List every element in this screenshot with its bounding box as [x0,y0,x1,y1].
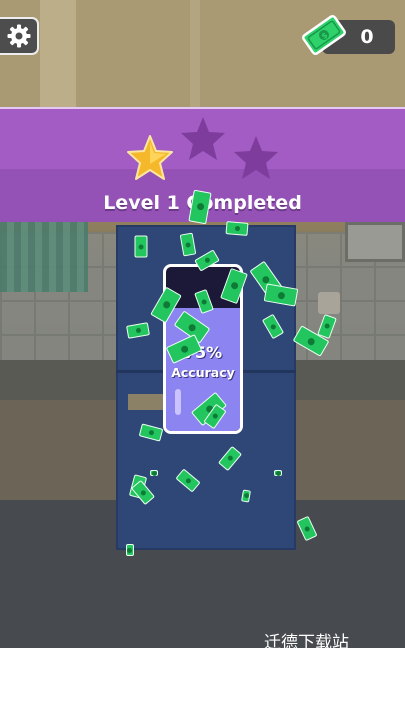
settings-button[interactable] [0,17,39,55]
gear-icon [7,24,30,48]
bottom-blank-area [0,648,405,720]
star-icon-1 [127,135,173,180]
cash-count: 0 [360,26,374,48]
wall-pillar [40,0,76,110]
cash-bill-icon [134,235,148,258]
watermark: 迁德下载站 [264,633,349,648]
wall-cabinet [345,222,405,262]
meter-shine [175,389,181,415]
cash-bill-icon [150,470,158,476]
curtain [0,222,88,292]
wall-outlet [318,292,340,314]
star-icon-3 [234,136,278,179]
fridge-handle [128,394,168,410]
cash-bill-icon [225,221,249,236]
wall-pillar [190,0,200,110]
accuracy-label: Accuracy [171,365,235,380]
cash-bill-icon [126,544,134,556]
game-scene: 75% Accuracy Level 1 Completed $ 0 迁德下载站 [0,0,405,648]
cash-bill-icon [274,470,282,476]
star-icon-2 [181,117,225,160]
